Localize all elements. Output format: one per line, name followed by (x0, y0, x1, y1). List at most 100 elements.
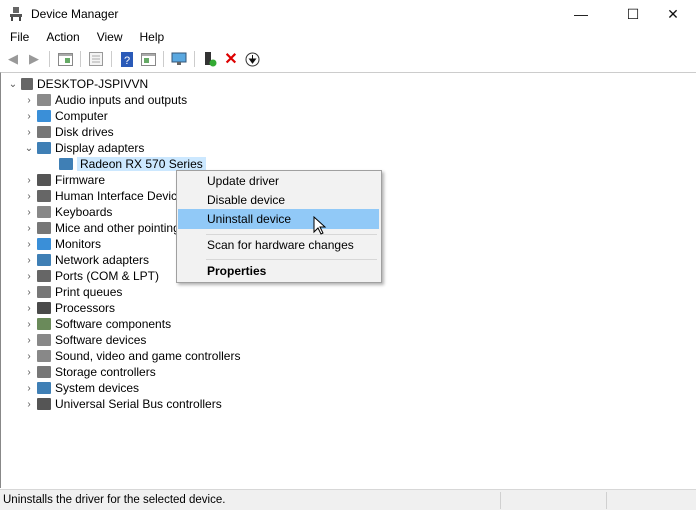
chevron-right-icon[interactable]: › (23, 316, 35, 332)
toolbar: ◀ ▶ ? ✕ (0, 48, 696, 70)
chevron-right-icon[interactable]: › (23, 252, 35, 268)
tree-item-label: Monitors (55, 237, 102, 251)
menu-view[interactable]: View (87, 28, 130, 46)
category-icon (37, 254, 51, 266)
help-icon[interactable]: ? (118, 50, 136, 68)
tree-item[interactable]: › Software components (23, 316, 171, 332)
root-label: DESKTOP-JSPIVVN (37, 77, 149, 91)
chevron-right-icon[interactable]: › (23, 172, 35, 188)
device-manager-icon (10, 7, 22, 21)
minimize-button[interactable]: — (558, 0, 604, 28)
toolbar-separator (163, 51, 164, 67)
tree-item[interactable]: › Universal Serial Bus controllers (23, 396, 221, 412)
monitor-icon[interactable] (170, 50, 188, 68)
chevron-right-icon[interactable]: › (23, 108, 35, 124)
tree-item[interactable]: › Software devices (23, 332, 146, 348)
tree-item[interactable]: › System devices (23, 380, 139, 396)
tree-item-label: Audio inputs and outputs (55, 93, 188, 107)
properties-pane-icon[interactable] (56, 50, 74, 68)
tree-item-label: Software components (55, 317, 172, 331)
forward-icon[interactable]: ▶ (25, 50, 43, 68)
tree-item[interactable]: › Firmware (23, 172, 105, 188)
chevron-right-icon[interactable]: › (23, 380, 35, 396)
menu-separator (206, 259, 377, 260)
category-icon (37, 286, 51, 298)
category-icon (37, 222, 51, 234)
toolbar-separator (80, 51, 81, 67)
tree-item[interactable]: › Computer (23, 108, 108, 124)
chevron-right-icon[interactable]: › (23, 396, 35, 412)
menu-action[interactable]: Action (36, 28, 86, 46)
tree-item-label: Sound, video and game controllers (55, 349, 241, 363)
category-icon (37, 126, 51, 138)
tree-item-label: Computer (55, 109, 108, 123)
tree-item[interactable]: › Ports (COM & LPT) (23, 268, 159, 284)
status-pane-divider (500, 492, 501, 509)
menu-item-uninstall-device[interactable]: Uninstall device (178, 209, 379, 229)
close-button[interactable]: ✕ (650, 0, 696, 28)
uninstall-x-icon[interactable]: ✕ (222, 50, 240, 68)
tree-item-label: Radeon RX 570 Series (77, 157, 206, 171)
chevron-down-icon[interactable]: ⌄ (23, 140, 35, 156)
toolbar-separator (111, 51, 112, 67)
back-icon[interactable]: ◀ (4, 50, 22, 68)
tree-root[interactable]: ⌄ DESKTOP-JSPIVVN (7, 76, 148, 92)
category-icon (37, 350, 51, 362)
tree-item[interactable]: › Monitors (23, 236, 101, 252)
menu-item-properties[interactable]: Properties (178, 261, 379, 281)
status-text: Uninstalls the driver for the selected d… (3, 494, 226, 506)
category-icon (37, 206, 51, 218)
tree-item[interactable]: › Storage controllers (23, 364, 156, 380)
computer-root-icon (21, 78, 33, 90)
update-driver-icon[interactable] (243, 50, 261, 68)
chevron-right-icon[interactable]: › (23, 220, 35, 236)
action-pane-icon[interactable] (139, 50, 157, 68)
category-icon (37, 398, 51, 410)
tree-item-label: Software devices (55, 333, 147, 347)
menu-item-disable-device[interactable]: Disable device (178, 190, 379, 210)
chevron-right-icon[interactable]: › (23, 124, 35, 140)
chevron-right-icon[interactable]: › (23, 364, 35, 380)
category-icon (37, 238, 51, 250)
tree-item[interactable]: › Audio inputs and outputs (23, 92, 187, 108)
title-bar: Device Manager — ☐ ✕ (0, 0, 696, 28)
tree-item-label: Network adapters (55, 253, 150, 267)
mouse-cursor-icon (313, 216, 327, 235)
tree-item-label: Storage controllers (55, 365, 156, 379)
window-title: Device Manager (31, 7, 119, 21)
chevron-down-icon[interactable]: ⌄ (7, 76, 19, 92)
menu-item-update-driver[interactable]: Update driver (178, 171, 379, 191)
tree-item-label: Firmware (55, 173, 105, 187)
chevron-right-icon[interactable]: › (23, 92, 35, 108)
chevron-right-icon[interactable]: › (23, 284, 35, 300)
chevron-right-icon[interactable]: › (23, 300, 35, 316)
tree-item-label: Ports (COM & LPT) (55, 269, 160, 283)
chevron-right-icon[interactable]: › (23, 332, 35, 348)
tree-item-label: Disk drives (55, 125, 114, 139)
show-hide-console-tree-icon[interactable] (87, 50, 105, 68)
chevron-right-icon[interactable]: › (23, 204, 35, 220)
tree-item-label: Print queues (55, 285, 123, 299)
tree-item[interactable]: › Disk drives (23, 124, 114, 140)
chevron-right-icon[interactable]: › (23, 268, 35, 284)
status-bar: Uninstalls the driver for the selected d… (0, 489, 696, 510)
chevron-right-icon[interactable]: › (23, 236, 35, 252)
tree-item[interactable]: › Print queues (23, 284, 122, 300)
tree-item[interactable]: › Human Interface Devices (23, 188, 189, 204)
chevron-right-icon[interactable]: › (23, 348, 35, 364)
menu-bar: File Action View Help (0, 28, 696, 46)
tree-item-label: System devices (55, 381, 140, 395)
tree-item[interactable]: › Network adapters (23, 252, 149, 268)
tree-item-label: Keyboards (55, 205, 113, 219)
tree-item[interactable]: › Sound, video and game controllers (23, 348, 240, 364)
tree-item[interactable]: › Processors (23, 300, 115, 316)
menu-help[interactable]: Help (130, 28, 172, 46)
tree-item[interactable]: ⌄ Display adapters (23, 140, 145, 156)
menu-item-scan-hardware[interactable]: Scan for hardware changes (178, 235, 379, 255)
tree-item[interactable]: › Keyboards (23, 204, 112, 220)
menu-file[interactable]: File (0, 28, 36, 46)
display-adapter-icon (59, 158, 73, 170)
chevron-right-icon[interactable]: › (23, 188, 35, 204)
category-icon (37, 302, 51, 314)
add-driver-icon[interactable] (201, 50, 219, 68)
